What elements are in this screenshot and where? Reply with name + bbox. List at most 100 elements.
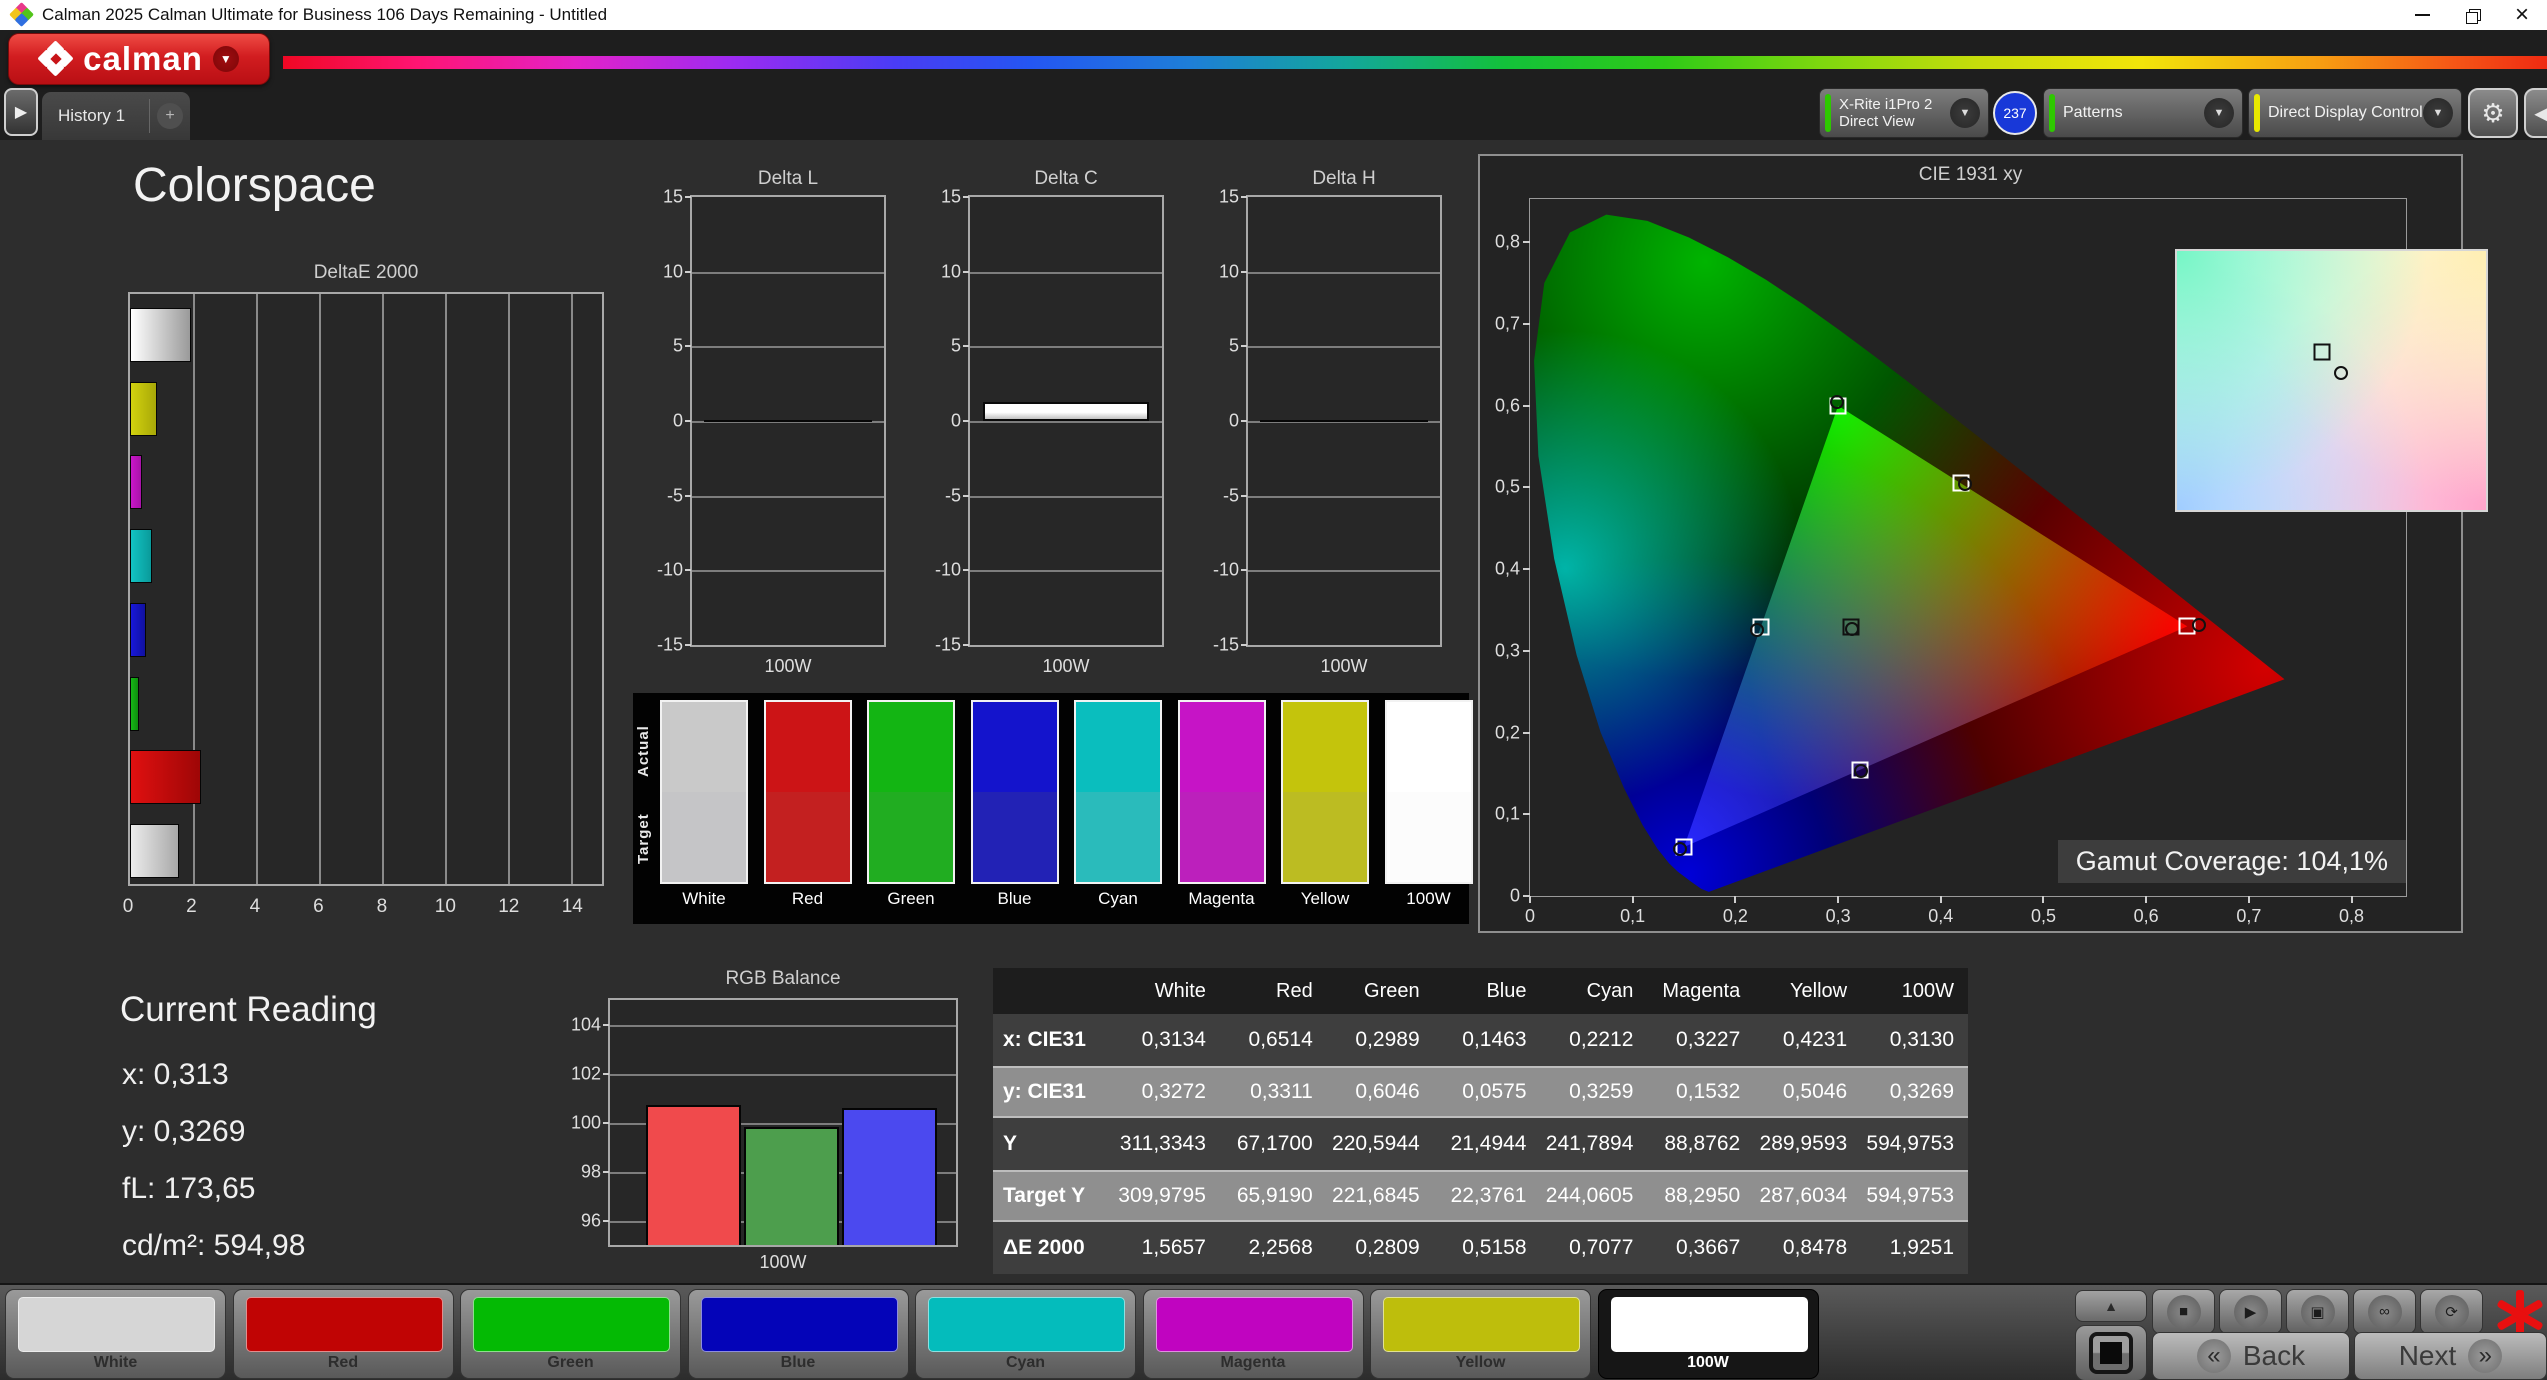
deltae-bar-blue xyxy=(130,602,147,657)
play-button[interactable]: ▶ xyxy=(2219,1289,2282,1334)
table-row-label: Target Y xyxy=(1003,1184,1086,1207)
meter-mode: Direct View xyxy=(1839,113,1915,130)
display-control-dropdown[interactable]: Direct Display Control ▼ xyxy=(2248,88,2462,138)
pattern-button-100w[interactable]: 100W xyxy=(1597,1289,1819,1379)
actual-target-swatch-panel: Actual Target White Red Green Blue Cyan Magen… xyxy=(633,693,1473,924)
tick-mark xyxy=(685,569,691,572)
table-header-cell: 100W xyxy=(1901,979,1954,1002)
cie-y-tick: 0,5 xyxy=(1494,476,1520,497)
stop-button[interactable]: ■ xyxy=(2152,1289,2215,1334)
deltae-bar-white xyxy=(130,824,180,879)
pattern-button-yellow[interactable]: Yellow xyxy=(1370,1289,1591,1379)
cie-y-tick: 0,8 xyxy=(1494,231,1520,252)
pattern-window-toggle-button[interactable] xyxy=(2075,1325,2147,1380)
history-expand-button[interactable]: ▶ xyxy=(4,88,38,136)
pattern-button-magenta[interactable]: Magenta xyxy=(1142,1289,1364,1379)
tick-mark xyxy=(1241,196,1247,198)
cie-x-tick: 0 xyxy=(1524,906,1536,926)
chevron-double-left-icon: « xyxy=(2196,1339,2231,1373)
cie-y-tick: 0,3 xyxy=(1494,640,1520,661)
swatch-column-magenta xyxy=(1177,700,1266,884)
gridline xyxy=(692,346,884,349)
meter-count-badge[interactable]: 237 xyxy=(1993,91,2037,135)
deltae-bar-magenta xyxy=(130,455,142,510)
tick-mark xyxy=(1523,568,1530,571)
deltae-bar-green xyxy=(130,676,139,731)
deltae-x-tick: 12 xyxy=(498,896,520,917)
tick-mark xyxy=(1241,644,1247,646)
add-tab-button[interactable]: + xyxy=(150,103,190,129)
cie-y-tick: 0,2 xyxy=(1494,722,1520,743)
settings-button[interactable]: ⚙ xyxy=(2468,88,2518,138)
tick-mark xyxy=(963,569,969,572)
delta_c-y-tick: 0 xyxy=(950,410,961,431)
delta_l-y-tick: -15 xyxy=(656,634,683,655)
actual-swatch xyxy=(1179,702,1264,792)
meter-dropdown[interactable]: X-Rite i1Pro 2 Direct View ▼ xyxy=(1819,88,1989,138)
refresh-button[interactable]: ⟳ xyxy=(2420,1289,2483,1334)
delta_l-y-tick: -10 xyxy=(656,559,683,580)
measured-marker-red xyxy=(2191,618,2206,633)
measurement-table: White Red Green Blue Cyan Magenta Yellow 100W x:… xyxy=(993,968,1968,1274)
tick-mark xyxy=(1523,486,1530,489)
gridline xyxy=(970,495,1162,498)
table-row-label: x: CIE31 xyxy=(1003,1028,1086,1051)
tick-mark xyxy=(1523,323,1530,326)
pattern-button-blue[interactable]: Blue xyxy=(687,1289,909,1379)
rgb-y-tick: 96 xyxy=(580,1210,601,1230)
deltae-bar-yellow xyxy=(130,381,157,436)
table-cell: 309,9795 xyxy=(1118,1184,1206,1207)
restore-button[interactable] xyxy=(2447,0,2497,30)
cie-y-tick: 0,7 xyxy=(1494,313,1520,334)
delta_l-y-tick: 5 xyxy=(672,335,683,356)
tab-history-1[interactable]: History 1 + xyxy=(42,92,190,140)
chevron-double-right-icon: » xyxy=(2468,1339,2503,1373)
gridline xyxy=(1248,346,1440,349)
tick-mark xyxy=(685,644,691,646)
pattern-button-green[interactable]: Green xyxy=(460,1289,681,1379)
loop-button[interactable]: ∞ xyxy=(2353,1289,2416,1334)
minimize-button[interactable] xyxy=(2397,0,2447,30)
swatch-label: White xyxy=(682,889,726,908)
delta_l-y-tick: -5 xyxy=(666,485,683,506)
delta-l-x-label: 100W xyxy=(764,656,812,676)
deltae2000-chart-title: DeltaE 2000 xyxy=(313,262,419,283)
chevron-up-icon: ▲ xyxy=(2104,1298,2118,1314)
rgb-y-tick: 98 xyxy=(580,1161,601,1181)
patterns-dropdown[interactable]: Patterns ▼ xyxy=(2043,88,2243,138)
delta-h-chart-title: Delta H xyxy=(1312,168,1376,189)
tick-mark xyxy=(603,1072,609,1075)
tick-mark xyxy=(1523,895,1530,897)
table-cell: 0,1463 xyxy=(1462,1028,1527,1051)
rgb-x-label: 100W xyxy=(759,1252,807,1272)
tick-mark xyxy=(2350,896,2353,903)
back-button[interactable]: « Back xyxy=(2152,1332,2350,1380)
pattern-window-button[interactable]: ▣ xyxy=(2286,1289,2349,1334)
pattern-button-cyan[interactable]: Cyan xyxy=(915,1289,1136,1379)
swatch-label: Blue xyxy=(997,889,1032,908)
pattern-label: 100W xyxy=(1687,1354,1729,1371)
pattern-button-red[interactable]: Red xyxy=(232,1289,454,1379)
current-reading-title: Current Reading xyxy=(120,990,377,1029)
collapse-toolbar-button[interactable]: ◀ xyxy=(2524,88,2547,138)
pattern-button-white[interactable]: White xyxy=(5,1289,226,1379)
gridline xyxy=(970,271,1162,274)
inset-target-marker xyxy=(2313,343,2331,361)
measured-marker-white xyxy=(1844,621,1859,636)
cie-1931-panel: CIE 1931 xy 0 0,1 0,2 0,3 0,4 0,5 0,6 0,7 0,8 0,8… xyxy=(1478,154,2488,933)
gridline xyxy=(507,294,510,884)
cie-x-tick: 0,4 xyxy=(1928,906,1954,926)
gridline xyxy=(381,294,384,884)
rgb-balance-chart: 104 102 100 98 96 xyxy=(571,998,958,1247)
minimize-icon xyxy=(2414,14,2430,16)
toolbar-expand-button[interactable]: ▲ xyxy=(2075,1290,2147,1322)
pattern-window-icon: ▣ xyxy=(2300,1294,2335,1329)
table-cell: 0,5158 xyxy=(1462,1236,1527,1259)
next-button[interactable]: Next » xyxy=(2354,1332,2547,1380)
pattern-swatch xyxy=(1610,1297,1808,1352)
swatch-column-cyan xyxy=(1074,700,1162,884)
cie-chromaticity-plot: 0 0,1 0,2 0,3 0,4 0,5 0,6 0,7 0,8 0,8 0,7 0,6 0,5 0,4… xyxy=(1495,198,2488,926)
close-button[interactable]: × xyxy=(2497,0,2547,30)
calman-menu-button[interactable]: calman ▼ xyxy=(8,33,270,85)
rgb-bar-green xyxy=(744,1127,839,1245)
